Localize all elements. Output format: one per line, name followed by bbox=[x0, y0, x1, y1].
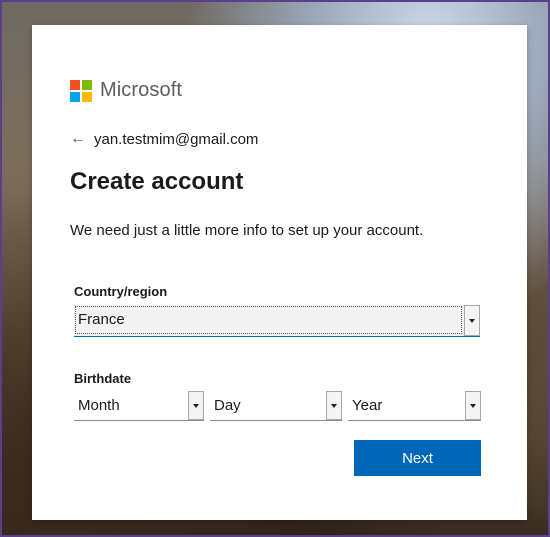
microsoft-logo-icon bbox=[70, 79, 92, 102]
signup-card: Microsoft ← yan.testmim@gmail.com Create… bbox=[32, 25, 527, 520]
birth-year-select[interactable]: Year bbox=[348, 391, 481, 421]
chevron-down-icon[interactable] bbox=[188, 391, 204, 420]
account-email: yan.testmim@gmail.com bbox=[94, 130, 259, 148]
chevron-down-icon[interactable] bbox=[464, 305, 480, 336]
birth-month-select[interactable]: Month bbox=[74, 391, 204, 421]
brand-name: Microsoft bbox=[100, 79, 183, 101]
country-label: Country/region bbox=[74, 284, 168, 299]
arrow-left-icon[interactable]: ← bbox=[70, 130, 86, 148]
chevron-down-icon[interactable] bbox=[465, 391, 481, 420]
country-value: France bbox=[78, 311, 125, 328]
birth-day-value: Day bbox=[214, 397, 241, 414]
birth-month-value: Month bbox=[78, 397, 120, 414]
brand-header: Microsoft bbox=[70, 79, 182, 102]
page-description: We need just a little more info to set u… bbox=[70, 222, 424, 239]
chevron-down-icon[interactable] bbox=[326, 391, 342, 420]
birth-day-select[interactable]: Day bbox=[210, 391, 342, 421]
next-button[interactable]: Next bbox=[354, 440, 481, 476]
birth-year-value: Year bbox=[352, 397, 383, 414]
identity-banner: ← yan.testmim@gmail.com bbox=[70, 130, 258, 148]
focus-ring bbox=[75, 306, 462, 334]
country-select[interactable]: France bbox=[74, 305, 480, 337]
page-title: Create account bbox=[70, 168, 244, 195]
birthdate-label: Birthdate bbox=[74, 371, 132, 386]
